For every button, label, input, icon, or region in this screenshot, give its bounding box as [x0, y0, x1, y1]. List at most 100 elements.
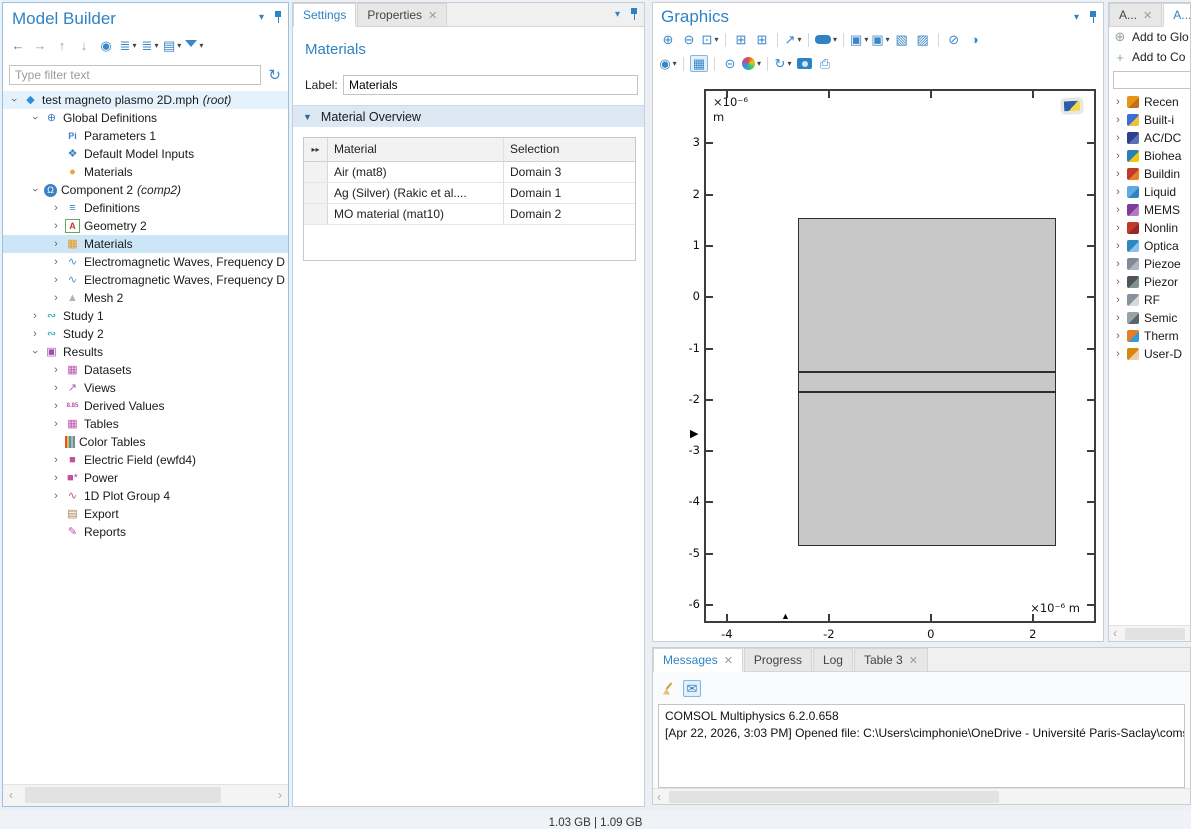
- column-header-selection[interactable]: Selection: [504, 138, 635, 161]
- chevron-right-icon[interactable]: ›: [49, 202, 63, 214]
- label-input[interactable]: [343, 75, 638, 95]
- chevron-right-icon[interactable]: ›: [1111, 222, 1125, 234]
- tab-add-material-2[interactable]: A...: [1163, 3, 1191, 27]
- model-builder-hscrollbar[interactable]: ‹ ›: [3, 784, 288, 806]
- row-handle[interactable]: [304, 204, 328, 224]
- chevron-right-icon[interactable]: ›: [49, 418, 63, 430]
- tree-item-reports[interactable]: ✎Reports: [3, 523, 288, 541]
- tree-item-materials[interactable]: ›▦Materials: [3, 235, 288, 253]
- tree-item-mesh-2[interactable]: ›▲Mesh 2: [3, 289, 288, 307]
- material-color-icon[interactable]: ⊝: [721, 55, 739, 72]
- show-icon[interactable]: ◉: [97, 37, 115, 54]
- tab-messages[interactable]: Messages ✕: [653, 648, 743, 672]
- close-icon[interactable]: ✕: [1143, 9, 1152, 22]
- chevron-right-icon[interactable]: ›: [49, 256, 63, 268]
- chevron-down-icon[interactable]: ›: [29, 183, 41, 197]
- scroll-left-icon[interactable]: ‹: [9, 788, 13, 802]
- filter-text-input[interactable]: [9, 65, 261, 85]
- table-row[interactable]: Ag (Silver) (Rakic et al....Domain 1: [304, 183, 635, 204]
- print-icon[interactable]: ⎙: [816, 55, 834, 72]
- tree-item-views[interactable]: ›↗Views: [3, 379, 288, 397]
- close-icon[interactable]: ✕: [428, 9, 437, 22]
- chevron-right-icon[interactable]: ›: [1111, 168, 1125, 180]
- scroll-left-icon[interactable]: ‹: [1113, 626, 1117, 640]
- tree-item-test-magneto-plasmo-2d-mph[interactable]: ›◆test magneto plasmo 2D.mph(root): [3, 91, 288, 109]
- tree-item-export[interactable]: ▤Export: [3, 505, 288, 523]
- color-palette-icon[interactable]: ▾: [742, 55, 761, 72]
- tree-item-color-tables[interactable]: Color Tables: [3, 433, 288, 451]
- chevron-right-icon[interactable]: ›: [1111, 348, 1125, 360]
- chevron-down-icon[interactable]: ›: [8, 93, 20, 107]
- tree-item-default-model-inputs[interactable]: ❖Default Model Inputs: [3, 145, 288, 163]
- material-category-built-i[interactable]: ›Built-i: [1109, 111, 1190, 129]
- tree-item-tables[interactable]: ›▦Tables: [3, 415, 288, 433]
- chevron-right-icon[interactable]: ›: [1111, 204, 1125, 216]
- chevron-right-icon[interactable]: ›: [1111, 276, 1125, 288]
- close-icon[interactable]: ✕: [909, 654, 918, 667]
- panel-menu-icon[interactable]: ▾: [259, 12, 264, 23]
- chevron-right-icon[interactable]: ›: [1111, 150, 1125, 162]
- zoom-box-icon[interactable]: ⊡▾: [701, 31, 719, 48]
- chevron-right-icon[interactable]: ›: [28, 310, 42, 322]
- tree-item-results[interactable]: ›▣Results: [3, 343, 288, 361]
- plot-area[interactable]: ×10⁻⁶ m ×10⁻⁶ m: [704, 89, 1096, 623]
- tree-item-datasets[interactable]: ›▦Datasets: [3, 361, 288, 379]
- forward-icon[interactable]: →: [31, 37, 49, 54]
- add-material-hscrollbar[interactable]: ‹: [1109, 625, 1190, 641]
- add-to-component-button[interactable]: + Add to Co: [1109, 47, 1190, 67]
- view-icon[interactable]: ◉▾: [659, 55, 677, 72]
- close-icon[interactable]: ✕: [724, 654, 733, 667]
- zoom-out-icon[interactable]: ⊖: [680, 31, 698, 48]
- material-category-mems[interactable]: ›MEMS: [1109, 201, 1190, 219]
- tab-table-3[interactable]: Table 3 ✕: [854, 648, 928, 671]
- tree-item-parameters-1[interactable]: PiParameters 1: [3, 127, 288, 145]
- collapse-icon[interactable]: ≣▾: [141, 37, 159, 54]
- hide-icon[interactable]: ⊘: [945, 31, 963, 48]
- tree-item-1d-plot-group-4[interactable]: ›∿1D Plot Group 4: [3, 487, 288, 505]
- chevron-down-icon[interactable]: ›: [29, 111, 41, 125]
- table-row[interactable]: MO material (mat10)Domain 2: [304, 204, 635, 225]
- tree-item-definitions[interactable]: ›≡Definitions: [3, 199, 288, 217]
- tab-settings[interactable]: Settings: [293, 3, 356, 27]
- scroll-thumb[interactable]: [1125, 628, 1185, 640]
- grid-icon[interactable]: ▦: [690, 55, 708, 72]
- expand-icon[interactable]: ≣▾: [119, 37, 137, 54]
- pin-icon[interactable]: [1089, 11, 1097, 23]
- default-view-icon[interactable]: ↗▾: [784, 31, 802, 48]
- add-to-global-button[interactable]: ⊕ Add to Glo: [1109, 27, 1190, 47]
- tab-add-material-1[interactable]: A... ✕: [1109, 3, 1162, 26]
- tree-item-geometry-2[interactable]: ›AGeometry 2: [3, 217, 288, 235]
- move-up-icon[interactable]: ↑: [53, 37, 71, 54]
- scene-light-icon[interactable]: ▾: [815, 31, 837, 48]
- scroll-left-icon[interactable]: ‹: [657, 790, 661, 804]
- chevron-right-icon[interactable]: ›: [49, 400, 63, 412]
- row-handle[interactable]: [304, 162, 328, 182]
- filter-icon[interactable]: ▾: [185, 37, 203, 54]
- tree-item-electric-field-ewfd4-[interactable]: ›■Electric Field (ewfd4): [3, 451, 288, 469]
- chevron-right-icon[interactable]: ›: [1111, 132, 1125, 144]
- node-text-icon[interactable]: ▤▾: [163, 37, 181, 54]
- chevron-right-icon[interactable]: ›: [49, 364, 63, 376]
- material-category-buildin[interactable]: ›Buildin: [1109, 165, 1190, 183]
- scroll-right-icon[interactable]: ›: [278, 788, 282, 802]
- zoom-in-icon[interactable]: ⊕: [659, 31, 677, 48]
- select-box-icon[interactable]: ▧: [893, 31, 911, 48]
- chevron-down-icon[interactable]: ›: [29, 345, 41, 359]
- tree-item-materials[interactable]: ●Materials: [3, 163, 288, 181]
- panel-menu-icon[interactable]: ▾: [1074, 12, 1079, 23]
- material-category-piezoe[interactable]: ›Piezoe: [1109, 255, 1190, 273]
- column-header-material[interactable]: Material: [328, 138, 504, 161]
- geometry-domain-3[interactable]: [798, 392, 1055, 546]
- geometry-domain-2[interactable]: [798, 372, 1055, 393]
- tree-item-study-1[interactable]: ›∾Study 1: [3, 307, 288, 325]
- pin-icon[interactable]: [630, 8, 638, 20]
- scroll-thumb[interactable]: [669, 791, 999, 803]
- geometry-domain-1[interactable]: [798, 218, 1055, 372]
- chevron-right-icon[interactable]: ›: [49, 220, 63, 232]
- scene-rotate-icon[interactable]: ↻▾: [774, 55, 792, 72]
- messages-log[interactable]: COMSOL Multiphysics 6.2.0.658 [Apr 22, 2…: [658, 704, 1185, 788]
- chevron-right-icon[interactable]: ›: [1111, 96, 1125, 108]
- chevron-right-icon[interactable]: ›: [1111, 312, 1125, 324]
- move-down-icon[interactable]: ↓: [75, 37, 93, 54]
- table-row[interactable]: Air (mat8)Domain 3: [304, 162, 635, 183]
